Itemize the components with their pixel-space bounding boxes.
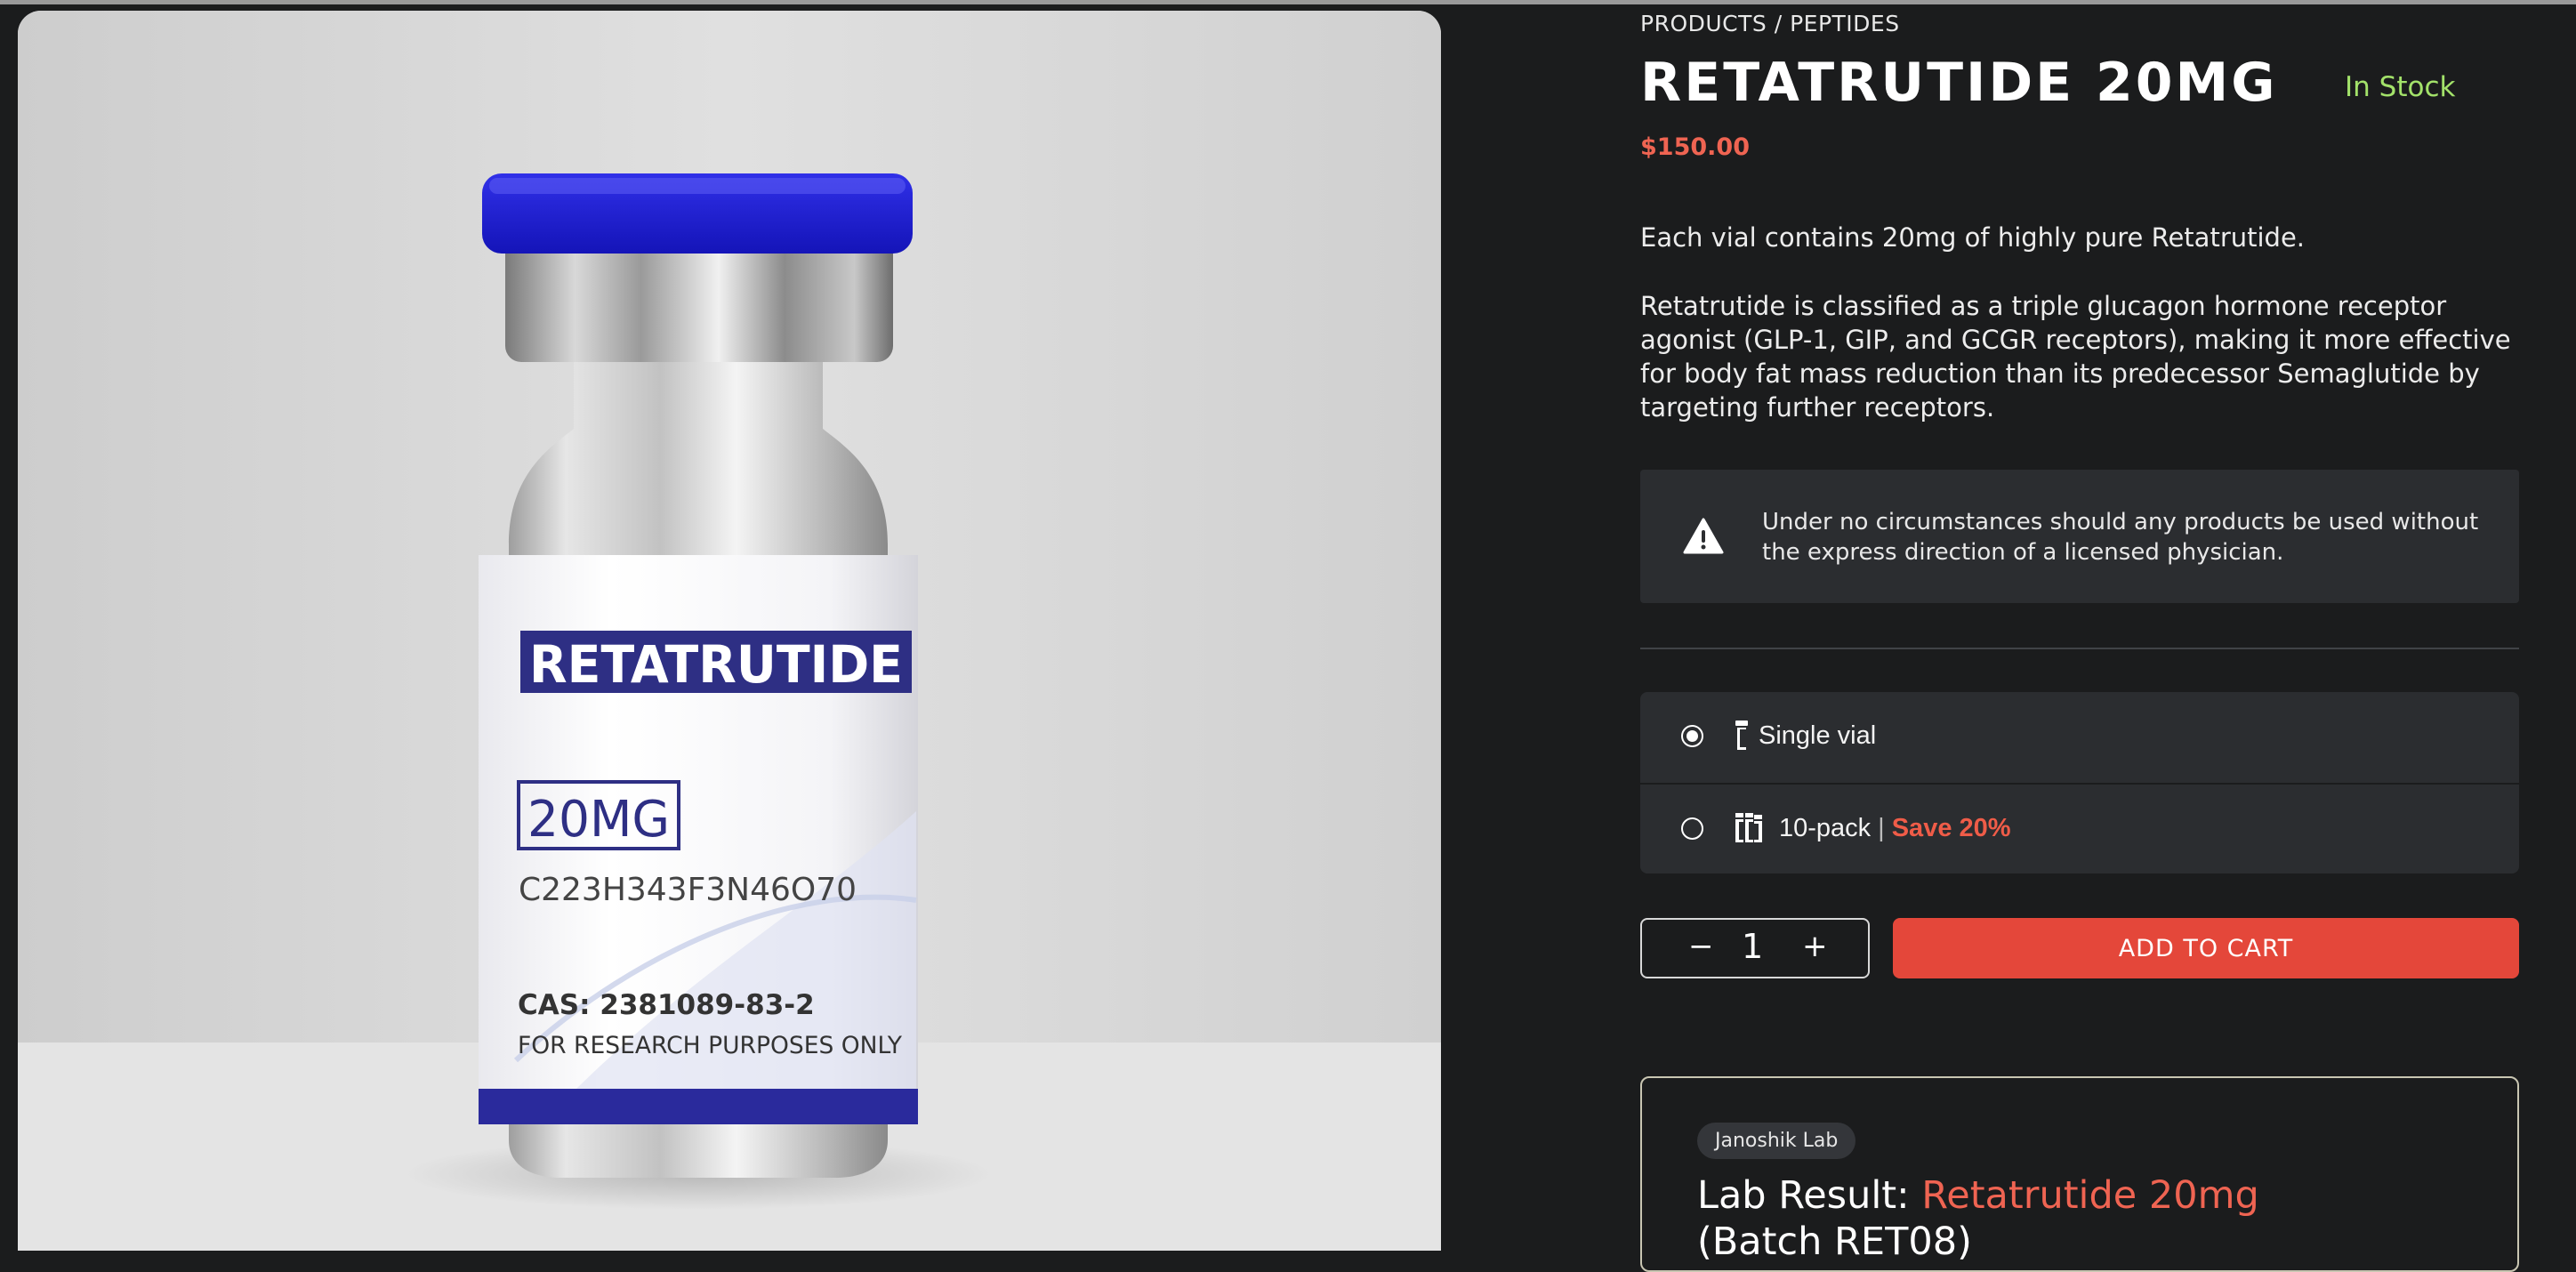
warning-triangle-icon [1683, 518, 1724, 554]
vial-formula-text: C223H343F3N46O70 [519, 872, 857, 908]
divider [1640, 648, 2519, 649]
radio-selected[interactable] [1681, 725, 1703, 747]
product-description-short: Each vial contains 20mg of highly pure R… [1640, 222, 2306, 253]
pack-separator: | [1878, 814, 1885, 842]
radio-unselected[interactable] [1681, 817, 1703, 840]
lab-result-heading: Lab Result: Retatrutide 20mg (Batch RET0… [1697, 1172, 2259, 1265]
vial-cas-prefix: CAS: [518, 989, 600, 1021]
svg-text:CAS: 2381089-83-2: CAS: 2381089-83-2 [518, 989, 815, 1021]
vial-dose-text: 20MG [527, 791, 670, 849]
decrement-button[interactable]: − [1688, 929, 1714, 964]
product-image: RETATRUTIDE 20MG C223H343F3N46O70 CAS: 2… [18, 11, 1441, 1251]
product-title: RETATRUTIDE 20MG [1640, 52, 2278, 114]
warning-notice: Under no circumstances should any produc… [1640, 470, 2519, 603]
stock-status: In Stock [2345, 71, 2456, 103]
increment-button[interactable]: + [1802, 929, 1828, 964]
option-label: Single vial [1759, 721, 1877, 750]
add-to-cart-button[interactable]: ADD TO CART [1893, 918, 2519, 978]
savings-text: Save 20% [1891, 814, 2011, 842]
variant-options: Single vial 10-pack | Save 20% [1640, 692, 2519, 873]
vial-name-text: RETATRUTIDE [529, 634, 903, 695]
product-description-long: Retatrutide is classified as a triple gl… [1640, 291, 2511, 423]
warning-text: Under no circumstances should any produc… [1762, 509, 2479, 566]
breadcrumb[interactable]: PRODUCTS / PEPTIDES [1640, 11, 1900, 36]
lab-result-batch: (Batch RET08) [1697, 1220, 1972, 1264]
pack-label: 10-pack [1779, 814, 1872, 842]
lab-badge: Janoshik Lab [1697, 1123, 1856, 1159]
option-single-vial[interactable]: Single vial [1640, 692, 2519, 783]
top-border [0, 0, 2576, 4]
option-label: 10-pack | Save 20% [1779, 814, 2011, 843]
lab-result-prefix: Lab Result: [1697, 1173, 1922, 1218]
lab-result-card: Janoshik Lab Lab Result: Retatrutide 20m… [1640, 1076, 2519, 1272]
quantity-value[interactable]: 1 [1742, 927, 1763, 966]
vial-cas-number: 2381089-83-2 [600, 989, 814, 1021]
quantity-stepper: − 1 + [1640, 918, 1870, 978]
vial-disclaimer-text: FOR RESEARCH PURPOSES ONLY [518, 1032, 902, 1059]
lab-result-product[interactable]: Retatrutide 20mg [1921, 1173, 2259, 1218]
multi-vial-icon [1735, 813, 1762, 842]
product-price: $150.00 [1640, 133, 1750, 161]
option-10-pack[interactable]: 10-pack | Save 20% [1640, 783, 2519, 875]
single-vial-icon [1735, 721, 1748, 750]
